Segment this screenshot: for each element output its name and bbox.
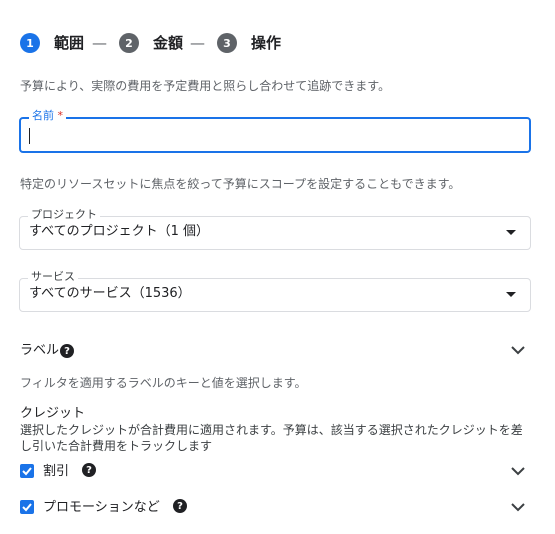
check-icon — [22, 503, 32, 512]
project-select-label: プロジェクト — [28, 208, 100, 222]
discount-checkbox[interactable] — [20, 464, 34, 478]
dropdown-arrow-icon[interactable] — [506, 230, 516, 235]
credits-description-line2: し引いた合計費用をトラックします — [20, 439, 213, 453]
chevron-down-icon[interactable] — [510, 501, 526, 513]
step-2-number[interactable]: 2 — [119, 33, 139, 53]
promotions-checkbox[interactable] — [20, 500, 34, 514]
step-2-label[interactable]: 金額 — [153, 33, 183, 53]
service-select-value: すべてのサービス（1536） — [29, 286, 191, 301]
required-mark: * — [57, 109, 64, 122]
help-icon[interactable]: ? — [173, 499, 187, 513]
chevron-down-icon[interactable] — [510, 344, 526, 356]
service-select[interactable]: サービス すべてのサービス（1536） — [19, 270, 531, 312]
project-select-value: すべてのプロジェクト（1 個） — [29, 224, 209, 239]
name-field[interactable]: 名前 * — [19, 109, 531, 153]
scope-text: 特定のリソースセットに焦点を絞って予算にスコープを設定することもできます。 — [20, 177, 461, 191]
credits-title: クレジット — [20, 406, 86, 421]
dropdown-arrow-icon[interactable] — [506, 292, 516, 297]
intro-text: 予算により、実際の費用を予定費用と照らし合わせて追跡できます。 — [20, 79, 391, 93]
promotions-label[interactable]: プロモーションなど — [43, 500, 160, 516]
credits-description-line1: 選択したクレジットが合計費用に適用されます。予算は、該当する選択されたクレジット… — [20, 423, 523, 437]
step-1-label[interactable]: 範囲 — [54, 33, 84, 53]
labels-title: ラベル — [20, 343, 60, 358]
labels-description: フィルタを適用するラベルのキーと値を選択します。 — [20, 376, 307, 390]
step-separator: — — [190, 34, 205, 52]
help-icon[interactable]: ? — [82, 463, 96, 477]
step-3-number[interactable]: 3 — [217, 33, 237, 53]
name-field-label: 名前 * — [29, 109, 66, 123]
check-icon — [22, 467, 32, 476]
step-separator: — — [92, 34, 107, 52]
help-icon[interactable]: ? — [60, 344, 74, 358]
service-select-label: サービス — [28, 270, 78, 284]
step-3-label[interactable]: 操作 — [251, 33, 281, 53]
chevron-down-icon[interactable] — [510, 465, 526, 477]
discount-label[interactable]: 割引 — [43, 464, 69, 480]
text-cursor — [29, 128, 30, 144]
step-1-number[interactable]: 1 — [20, 33, 40, 53]
project-select[interactable]: プロジェクト すべてのプロジェクト（1 個） — [19, 208, 531, 250]
